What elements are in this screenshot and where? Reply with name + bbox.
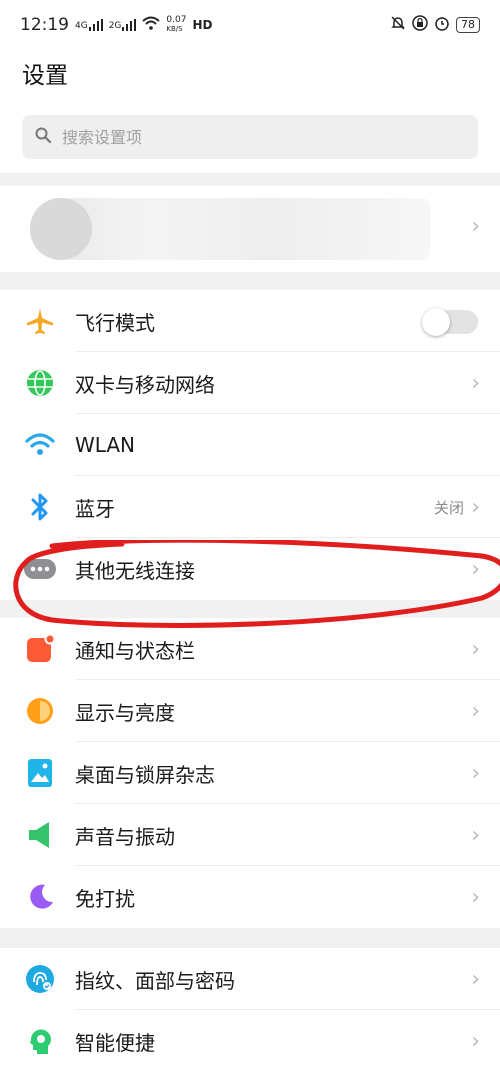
row-label: 双卡与移动网络: [75, 372, 215, 397]
settings-row-notification[interactable]: 通知与状态栏 ›: [0, 618, 500, 680]
status-right: 78: [390, 15, 480, 35]
battery-icon: 78: [456, 17, 480, 33]
row-label: 飞行模式: [75, 310, 155, 335]
avatar: [30, 198, 92, 260]
chevron-right-icon: ›: [471, 636, 480, 662]
search-box[interactable]: [22, 115, 478, 159]
airplane-icon: [24, 305, 56, 337]
chevron-right-icon: ›: [471, 556, 480, 582]
bluetooth-status: 关闭: [433, 498, 464, 517]
status-time: 12:19: [20, 15, 69, 35]
more-dots-icon: [24, 553, 56, 585]
chevron-right-icon: ›: [471, 698, 480, 724]
toggle-knob: [422, 308, 450, 336]
row-label: 指纹、面部与密码: [75, 968, 235, 993]
settings-row-sound[interactable]: 声音与振动 ›: [0, 804, 500, 866]
brightness-icon: [24, 695, 56, 727]
wifi-icon: [24, 429, 56, 461]
settings-row-airplane-mode[interactable]: 飞行模式: [0, 290, 500, 352]
signal-icon-1: 4G: [75, 19, 103, 31]
row-label: 免打扰: [75, 886, 135, 911]
row-label: 其他无线连接: [75, 558, 195, 583]
alarm-icon: [434, 15, 450, 35]
settings-row-smart-assist[interactable]: 智能便捷 ›: [0, 1010, 500, 1072]
settings-row-fingerprint[interactable]: 指纹、面部与密码 ›: [0, 948, 500, 1010]
smart-head-icon: [24, 1025, 56, 1057]
chevron-right-icon: ›: [471, 884, 480, 910]
settings-row-wlan[interactable]: WLAN: [0, 414, 500, 476]
speaker-icon: [24, 819, 56, 851]
wifi-status-icon: [142, 16, 161, 34]
search-icon: [34, 126, 52, 148]
status-bar: 12:19 4G 2G 0.07 KB/S HD 78: [0, 0, 500, 50]
mute-bell-icon: [390, 15, 406, 35]
bottom-edge: [0, 1072, 500, 1085]
moon-icon: [24, 881, 56, 913]
account-card[interactable]: ›: [0, 186, 500, 272]
settings-group-display: 通知与状态栏 › 显示与亮度 › 桌面与锁屏杂志 › 声音与振动 › 免打扰 ›: [0, 618, 500, 928]
search-section: [0, 105, 500, 173]
settings-row-wallpaper[interactable]: 桌面与锁屏杂志 ›: [0, 742, 500, 804]
globe-icon: [24, 367, 56, 399]
chevron-right-icon: ›: [471, 370, 480, 396]
notification-icon: [24, 633, 56, 665]
row-label: 智能便捷: [75, 1030, 155, 1055]
settings-row-other-wireless[interactable]: 其他无线连接 ›: [0, 538, 500, 600]
row-label: 桌面与锁屏杂志: [75, 762, 215, 787]
bluetooth-icon: [24, 491, 56, 523]
wallpaper-icon: [24, 757, 56, 789]
row-label: 显示与亮度: [75, 700, 175, 725]
signal-icon-2: 2G: [109, 19, 137, 31]
hd-icon: HD: [192, 17, 213, 32]
network-speed: 0.07 KB/S: [166, 15, 187, 34]
row-label: 通知与状态栏: [75, 638, 195, 663]
lock-status-icon: [412, 15, 428, 35]
chevron-right-icon: ›: [471, 494, 480, 520]
chevron-right-icon: ›: [471, 214, 480, 239]
settings-group-security: 指纹、面部与密码 › 智能便捷 ›: [0, 948, 500, 1072]
settings-group-connectivity: 飞行模式 双卡与移动网络 › WLAN 蓝牙 关闭 › 其他无线连接 ›: [0, 290, 500, 600]
chevron-right-icon: ›: [471, 822, 480, 848]
row-label: 声音与振动: [75, 824, 175, 849]
chevron-right-icon: ›: [471, 966, 480, 992]
row-label: WLAN: [75, 433, 136, 457]
settings-row-display[interactable]: 显示与亮度 ›: [0, 680, 500, 742]
fingerprint-icon: [24, 963, 56, 995]
page-title: 设置: [22, 63, 68, 89]
search-input[interactable]: [60, 126, 444, 148]
status-left: 12:19 4G 2G 0.07 KB/S HD: [20, 15, 212, 35]
chevron-right-icon: ›: [471, 1028, 480, 1054]
row-label: 蓝牙: [75, 496, 115, 521]
settings-row-bluetooth[interactable]: 蓝牙 关闭 ›: [0, 476, 500, 538]
header: 设置: [0, 50, 500, 106]
chevron-right-icon: ›: [471, 760, 480, 786]
airplane-mode-toggle[interactable]: [422, 308, 478, 336]
settings-row-dual-sim[interactable]: 双卡与移动网络 ›: [0, 352, 500, 414]
settings-row-do-not-disturb[interactable]: 免打扰 ›: [0, 866, 500, 928]
